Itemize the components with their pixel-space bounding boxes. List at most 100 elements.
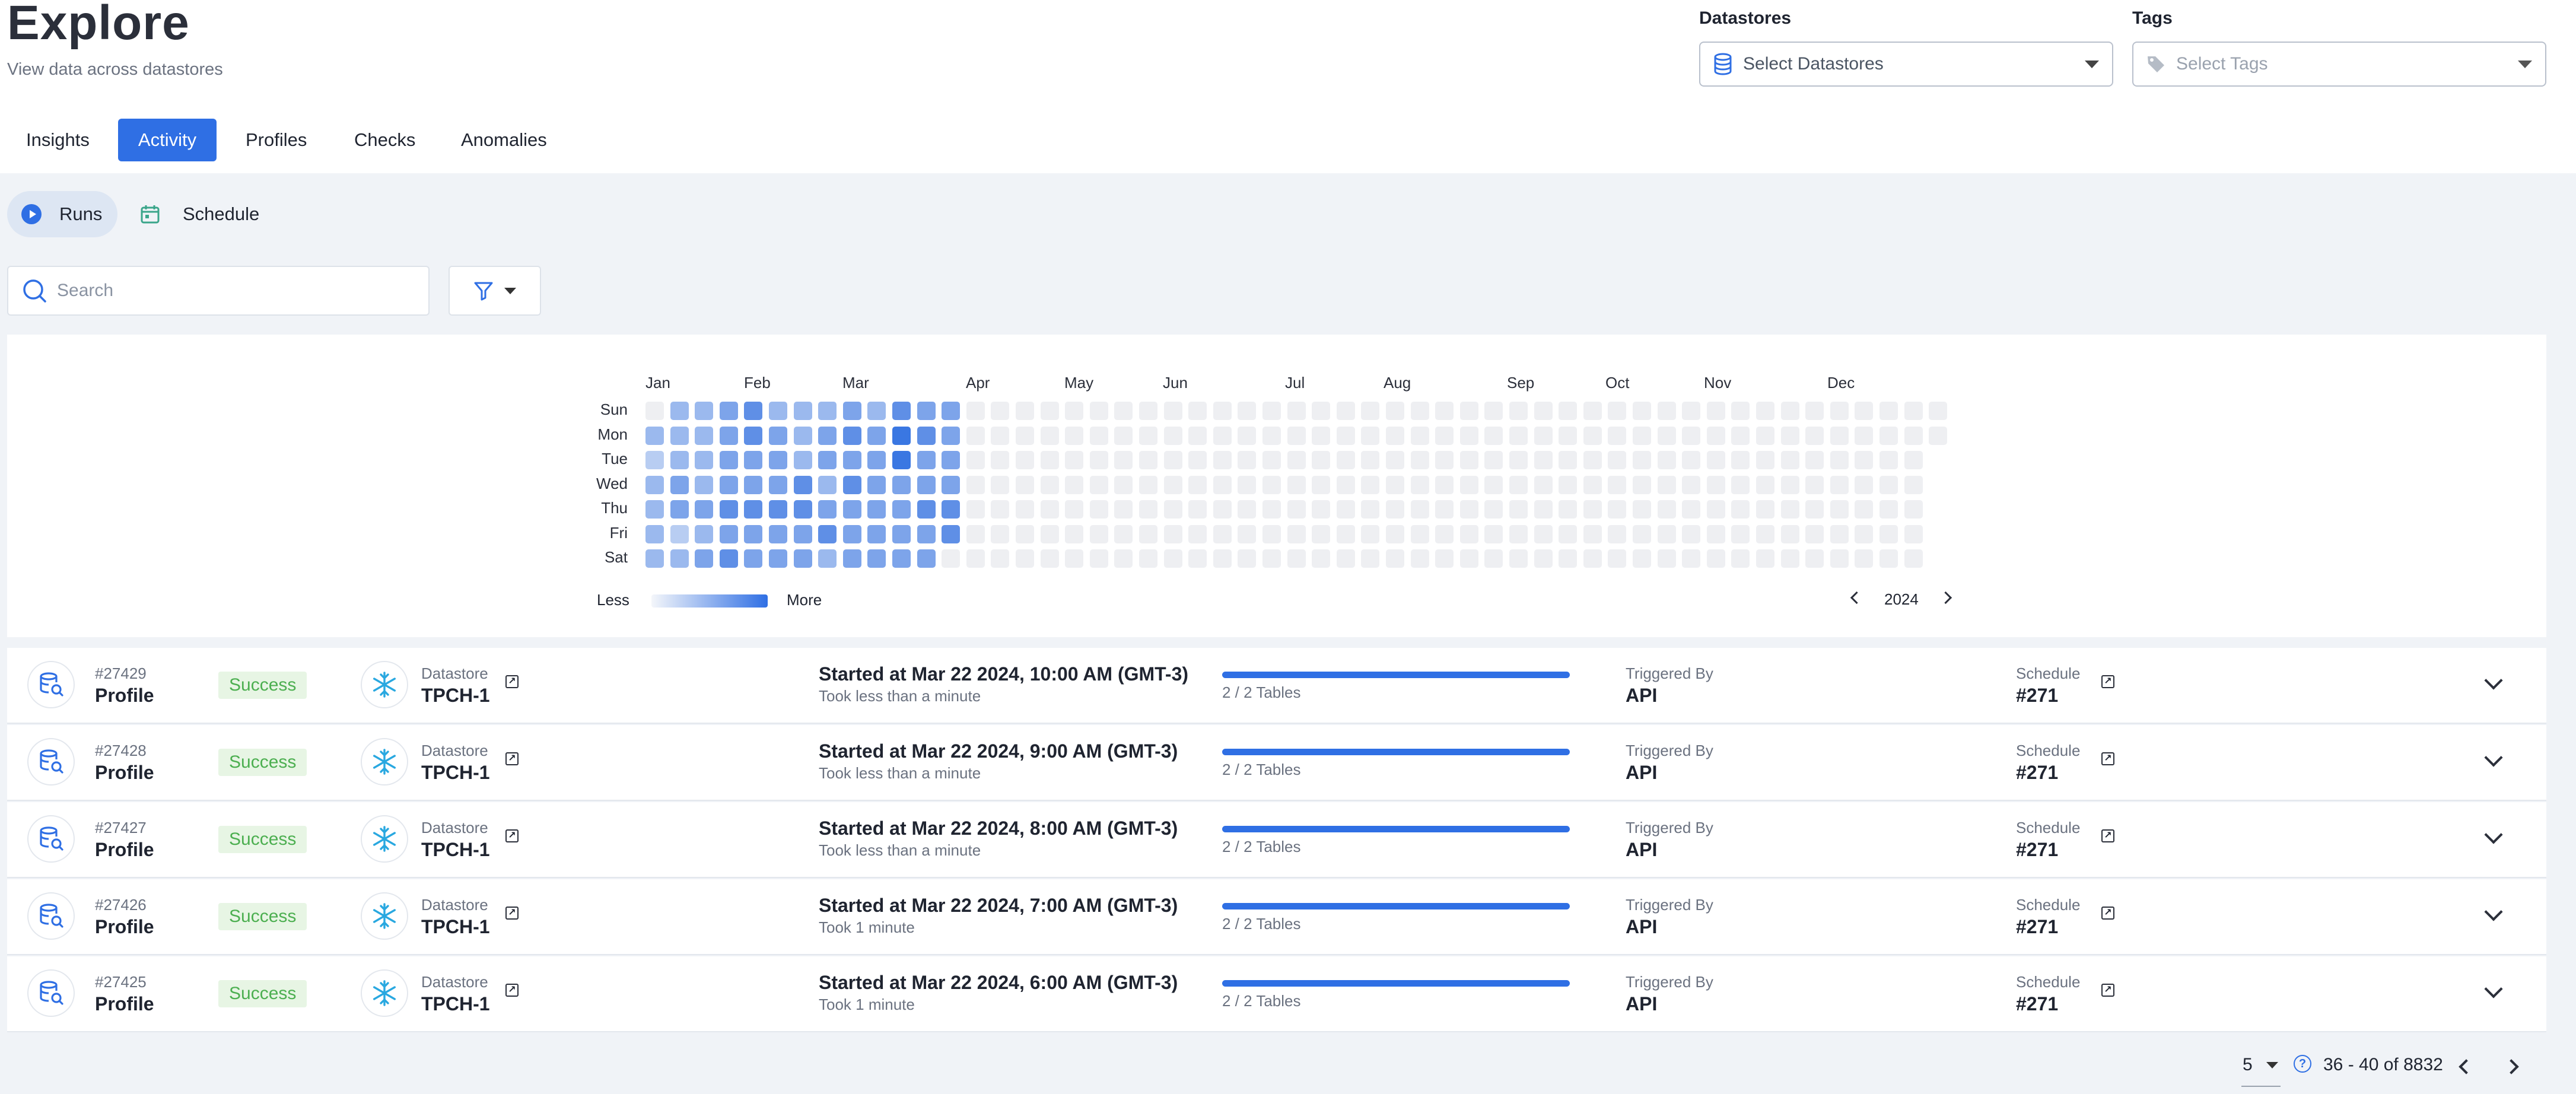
- heatmap-cell[interactable]: [1065, 402, 1084, 420]
- heatmap-cell[interactable]: [892, 549, 911, 568]
- heatmap-cell[interactable]: [1410, 475, 1429, 494]
- heatmap-cell[interactable]: [1830, 426, 1849, 445]
- heatmap-cell[interactable]: [942, 451, 961, 469]
- heatmap-cell[interactable]: [991, 524, 1010, 543]
- heatmap-cell[interactable]: [670, 402, 689, 420]
- heatmap-cell[interactable]: [942, 402, 961, 420]
- heatmap-cell[interactable]: [695, 475, 714, 494]
- heatmap-cell[interactable]: [867, 549, 886, 568]
- open-link-icon[interactable]: ↗: [2101, 829, 2114, 842]
- heatmap-cell[interactable]: [1262, 475, 1281, 494]
- tab-checks[interactable]: Checks: [336, 119, 433, 161]
- heatmap-cell[interactable]: [1262, 500, 1281, 519]
- heatmap-cell[interactable]: [842, 549, 861, 568]
- heatmap-cell[interactable]: [1484, 475, 1503, 494]
- heatmap-cell[interactable]: [1287, 402, 1306, 420]
- heatmap-cell[interactable]: [1534, 426, 1553, 445]
- heatmap-cell[interactable]: [892, 524, 911, 543]
- heatmap-cell[interactable]: [1312, 500, 1331, 519]
- heatmap-cell[interactable]: [1089, 426, 1108, 445]
- heatmap-cell[interactable]: [1040, 524, 1059, 543]
- heatmap-cell[interactable]: [842, 500, 861, 519]
- schedule-value[interactable]: #271: [2016, 993, 2058, 1015]
- open-link-icon[interactable]: ↗: [505, 675, 519, 688]
- heatmap-cell[interactable]: [1756, 402, 1774, 420]
- heatmap-cell[interactable]: [1583, 524, 1602, 543]
- heatmap-cell[interactable]: [1731, 549, 1750, 568]
- heatmap-cell[interactable]: [1040, 549, 1059, 568]
- heatmap-cell[interactable]: [1040, 426, 1059, 445]
- heatmap-cell[interactable]: [1583, 402, 1602, 420]
- heatmap-cell[interactable]: [719, 500, 738, 519]
- heatmap-cell[interactable]: [1238, 426, 1257, 445]
- heatmap-cell[interactable]: [1386, 426, 1404, 445]
- heatmap-cell[interactable]: [1879, 451, 1898, 469]
- run-row[interactable]: #27426 Profile Success Datastore TPCH-1 …: [7, 879, 2546, 955]
- heatmap-cell[interactable]: [695, 426, 714, 445]
- heatmap-cell[interactable]: [1312, 549, 1331, 568]
- heatmap-cell[interactable]: [793, 451, 812, 469]
- heatmap-cell[interactable]: [1756, 451, 1774, 469]
- heatmap-cell[interactable]: [942, 524, 961, 543]
- heatmap-cell[interactable]: [1904, 402, 1923, 420]
- heatmap-cell[interactable]: [1780, 475, 1799, 494]
- open-link-icon[interactable]: ↗: [505, 984, 519, 997]
- heatmap-cell[interactable]: [867, 500, 886, 519]
- heatmap-cell[interactable]: [719, 475, 738, 494]
- heatmap-cell[interactable]: [1706, 500, 1725, 519]
- heatmap-cell[interactable]: [1213, 451, 1232, 469]
- search-field[interactable]: Search: [7, 266, 430, 316]
- heatmap-cell[interactable]: [1706, 475, 1725, 494]
- heatmap-cell[interactable]: [1559, 451, 1578, 469]
- heatmap-cell[interactable]: [1114, 549, 1133, 568]
- heatmap-cell[interactable]: [1361, 451, 1380, 469]
- schedule-value[interactable]: #271: [2016, 685, 2058, 707]
- heatmap-cell[interactable]: [842, 524, 861, 543]
- heatmap-cell[interactable]: [966, 402, 985, 420]
- heatmap-cell[interactable]: [1089, 549, 1108, 568]
- heatmap-cell[interactable]: [769, 500, 787, 519]
- heatmap-cell[interactable]: [1830, 475, 1849, 494]
- heatmap-cell[interactable]: [1731, 426, 1750, 445]
- heatmap-cell[interactable]: [991, 402, 1010, 420]
- heatmap-cell[interactable]: [1904, 475, 1923, 494]
- heatmap-cell[interactable]: [1065, 524, 1084, 543]
- heatmap-cell[interactable]: [645, 549, 664, 568]
- heatmap-cell[interactable]: [1904, 426, 1923, 445]
- heatmap-cell[interactable]: [1213, 475, 1232, 494]
- heatmap-cell[interactable]: [1238, 549, 1257, 568]
- heatmap-cell[interactable]: [1805, 500, 1824, 519]
- heatmap-cell[interactable]: [1163, 500, 1182, 519]
- heatmap-cell[interactable]: [695, 549, 714, 568]
- heatmap-cell[interactable]: [1657, 500, 1676, 519]
- heatmap-cell[interactable]: [1361, 475, 1380, 494]
- heatmap-cell[interactable]: [719, 524, 738, 543]
- heatmap-cell[interactable]: [1065, 426, 1084, 445]
- heatmap-cell[interactable]: [1780, 426, 1799, 445]
- heatmap-cell[interactable]: [1188, 426, 1207, 445]
- open-link-icon[interactable]: ↗: [505, 829, 519, 842]
- heatmap-cell[interactable]: [917, 500, 936, 519]
- heatmap-cell[interactable]: [1040, 500, 1059, 519]
- heatmap-cell[interactable]: [1534, 402, 1553, 420]
- subtab-schedule[interactable]: Schedule: [140, 191, 259, 237]
- heatmap-cell[interactable]: [1608, 451, 1627, 469]
- heatmap-cell[interactable]: [1139, 451, 1157, 469]
- heatmap-cell[interactable]: [1509, 475, 1528, 494]
- heatmap-cell[interactable]: [991, 549, 1010, 568]
- heatmap-cell[interactable]: [1016, 549, 1034, 568]
- heatmap-cell[interactable]: [1583, 549, 1602, 568]
- heatmap-cell[interactable]: [966, 426, 985, 445]
- heatmap-cell[interactable]: [1830, 524, 1849, 543]
- heatmap-cell[interactable]: [1386, 451, 1404, 469]
- heatmap-cell[interactable]: [1410, 549, 1429, 568]
- heatmap-cell[interactable]: [1706, 549, 1725, 568]
- heatmap-cell[interactable]: [1361, 549, 1380, 568]
- heatmap-cell[interactable]: [1065, 549, 1084, 568]
- heatmap-cell[interactable]: [1139, 524, 1157, 543]
- tab-anomalies[interactable]: Anomalies: [443, 119, 565, 161]
- heatmap-cell[interactable]: [1238, 500, 1257, 519]
- heatmap-cell[interactable]: [744, 475, 763, 494]
- heatmap-cell[interactable]: [1114, 451, 1133, 469]
- heatmap-cell[interactable]: [1559, 549, 1578, 568]
